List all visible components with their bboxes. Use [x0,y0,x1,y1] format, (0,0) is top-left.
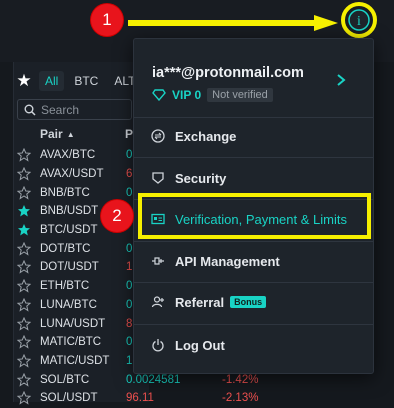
column-header-price[interactable]: P [125,126,133,142]
star-outline-icon[interactable] [16,259,32,275]
column-header-pair[interactable]: Pair ▲ [40,126,75,142]
divider [134,241,373,242]
pair-name: ETH/BTC [40,280,90,293]
add-user-icon [151,295,165,309]
pair-price: 96.11 [126,392,154,405]
market-row[interactable]: SOL/USDT 96.11 -2.13% [16,389,276,408]
pair-name: LUNA/USDT [40,317,106,330]
exchange-icon [151,129,165,143]
menu-item-label: Log Out [175,337,225,353]
pair-name: MATIC/BTC [40,336,102,349]
pair-change: -2.13% [222,392,259,405]
divider [134,157,373,158]
menu-item-security[interactable]: Security [134,160,373,196]
annotation-highlight-box [138,193,371,239]
menu-item-referral[interactable]: Referral Bonus [134,284,373,320]
menu-item-label: API Management [175,253,280,269]
annotation-arrow [128,15,338,31]
shield-icon [151,171,165,185]
filter-btc[interactable]: BTC [68,71,104,91]
pair-name: DOT/USDT [40,261,99,274]
column-pair-label: Pair [40,127,63,141]
pair-name: LUNA/BTC [40,298,97,311]
user-menu-button[interactable]: i [340,0,380,40]
menu-item-label: Security [175,170,227,186]
power-icon [151,338,165,352]
account-summary[interactable]: ia***@protonmail.com VIP 0 Not verified [152,65,304,102]
pair-price: 0 [126,186,133,199]
menu-item-label: Referral [175,294,225,310]
api-icon [151,254,165,268]
pair-price: 0 [126,280,133,293]
pair-price: 8 [126,317,133,330]
pair-change: -1.42% [222,373,259,386]
menu-item-api-management[interactable]: API Management [134,243,373,279]
star-outline-icon[interactable] [16,353,32,369]
filter-all[interactable]: All [39,71,65,91]
pair-price: 0 [126,336,133,349]
star-outline-icon[interactable] [16,241,32,257]
search-placeholder: Search [41,102,80,117]
star-filled-icon[interactable] [16,203,32,219]
verification-status-badge: Not verified [207,88,273,102]
pair-name: SOL/BTC [40,373,90,386]
pair-name: MATIC/USDT [40,354,110,367]
menu-item-log-out[interactable]: Log Out [134,327,373,363]
bonus-badge: Bonus [230,296,267,308]
pair-name: SOL/USDT [40,392,98,405]
vip-level: VIP 0 [172,88,202,102]
pair-name: BNB/USDT [40,205,99,218]
menu-item-exchange[interactable]: Exchange [134,118,373,154]
info-icon: i [341,2,377,38]
pair-name: BNB/BTC [40,186,90,199]
pair-price: 0 [126,242,133,255]
market-filter-bar: ★ All BTC ALT [13,68,141,94]
pair-name: AVAX/USDT [40,168,104,181]
pair-name: DOT/BTC [40,242,91,255]
search-icon [24,104,36,116]
star-outline-icon[interactable] [16,390,32,406]
account-email: ia***@protonmail.com [152,65,304,81]
pair-price: 0.0024581 [126,373,181,386]
market-search-input[interactable]: Search [17,99,132,120]
pair-name: AVAX/BTC [40,149,96,162]
star-outline-icon[interactable] [16,185,32,201]
chevron-right-icon[interactable] [334,73,348,87]
pair-price: 0 [126,149,133,162]
star-outline-icon[interactable] [16,166,32,182]
annotation-marker-1: 1 [91,4,123,36]
star-outline-icon[interactable] [16,372,32,388]
column-price-label: P [125,127,134,141]
annotation-marker-2: 2 [101,200,133,232]
diamond-icon [152,89,166,101]
star-outline-icon[interactable] [16,297,32,313]
svg-text:i: i [357,14,361,29]
menu-item-label: Exchange [175,128,237,144]
star-filled-icon[interactable] [16,222,32,238]
pair-price: 0 [126,298,133,311]
favorites-star-icon[interactable]: ★ [13,70,35,92]
star-outline-icon[interactable] [16,316,32,332]
pair-price: 6 [126,168,133,181]
star-outline-icon[interactable] [16,147,32,163]
star-outline-icon[interactable] [16,334,32,350]
pair-name: BTC/USDT [40,224,98,237]
sort-asc-icon: ▲ [66,129,75,139]
divider [134,324,373,325]
star-outline-icon[interactable] [16,278,32,294]
divider [134,282,373,283]
